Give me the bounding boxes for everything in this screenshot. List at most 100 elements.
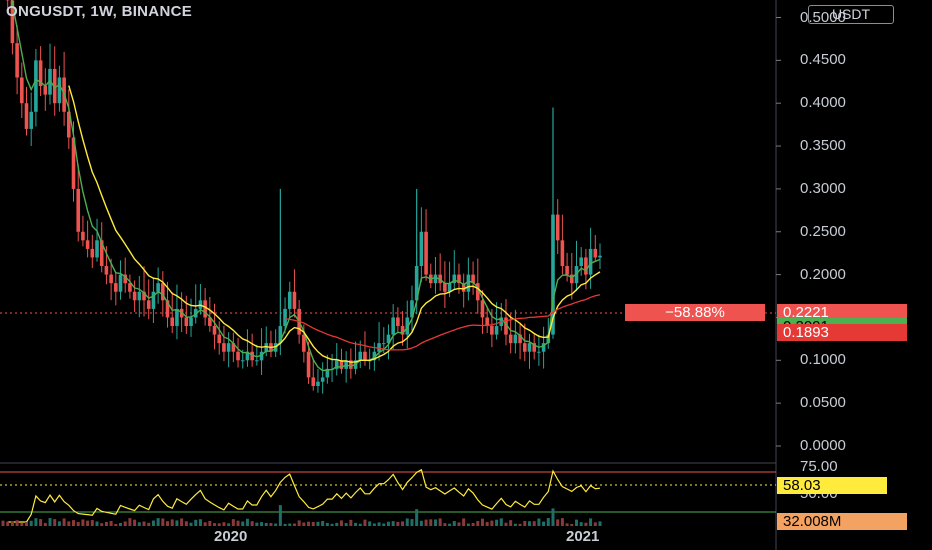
candle-body: [396, 317, 400, 327]
volume-bar: [382, 523, 386, 526]
volume-bar: [574, 519, 578, 526]
candle-body: [43, 86, 48, 95]
volume-bar: [269, 522, 273, 526]
candle-body: [593, 248, 598, 258]
volume-bar: [354, 522, 358, 526]
volume-bar: [490, 520, 494, 526]
volume-bar: [532, 521, 536, 526]
candle-body: [584, 257, 588, 275]
volume-bar: [316, 521, 320, 526]
x-tick-2020: 2020: [214, 528, 248, 545]
volume-bar: [86, 520, 90, 526]
volume-bar: [236, 520, 240, 526]
volume-bar: [137, 522, 141, 526]
candle-body: [156, 283, 160, 292]
volume-bar: [405, 518, 409, 526]
volume-bar: [170, 519, 174, 526]
volume-bar: [429, 519, 433, 526]
volume-bar: [15, 520, 19, 526]
candle-body: [236, 351, 240, 361]
volume-bar: [104, 522, 108, 526]
candle-body: [598, 255, 602, 258]
volume-bar: [593, 522, 597, 526]
volume-bar: [485, 521, 489, 526]
volume-bar: [339, 520, 343, 526]
volume-bar: [448, 523, 452, 526]
volume-bar: [227, 523, 231, 526]
volume-bar: [119, 523, 123, 526]
candle-body: [537, 351, 541, 353]
candle-body: [132, 291, 137, 301]
volume-bar: [274, 523, 278, 526]
candle-body: [555, 214, 560, 241]
volume-bar: [123, 521, 127, 526]
volume-bar: [452, 521, 456, 526]
price-tick: 0.2500: [800, 222, 846, 240]
change-percent-badge: −58.88%: [625, 304, 765, 321]
volume-bar: [213, 523, 217, 526]
candle-body: [189, 317, 193, 327]
volume-bar: [292, 523, 296, 526]
candle-body: [522, 343, 527, 352]
candle-body: [114, 283, 118, 292]
volume-bar: [48, 518, 52, 526]
volume-bar: [321, 520, 325, 526]
volume-bar: [424, 519, 428, 526]
volume-bar: [584, 522, 588, 526]
candle-body: [560, 240, 565, 267]
volume-bar: [222, 522, 226, 526]
volume-bar: [255, 522, 259, 526]
volume-bar: [114, 523, 118, 526]
volume-bar: [288, 523, 292, 526]
volume-bar: [410, 519, 414, 526]
volume-bar: [297, 520, 301, 526]
volume-bar: [231, 519, 235, 526]
volume-bar: [457, 522, 461, 526]
price-chart[interactable]: [0, 0, 932, 550]
volume-bar: [302, 522, 306, 526]
candle-body: [381, 343, 386, 345]
candle-body: [15, 43, 19, 78]
volume-bar: [100, 523, 104, 526]
volume-bar: [72, 520, 76, 526]
volume-bar: [391, 521, 395, 526]
volume-bar: [462, 518, 466, 526]
volume-bar: [396, 521, 400, 526]
rsi-value-label: 58.03: [777, 477, 887, 494]
candle-body: [222, 343, 226, 352]
volume-bar: [128, 518, 132, 526]
volume-bar: [166, 521, 170, 526]
volume-bar: [415, 509, 419, 526]
rsi-pane: [0, 468, 776, 523]
volume-bar: [438, 518, 442, 526]
volume-bar: [184, 521, 188, 526]
candle-body: [170, 317, 175, 327]
volume-bar: [20, 523, 24, 526]
volume-bar: [76, 522, 80, 526]
candle-body: [447, 283, 452, 292]
volume-bar: [175, 520, 179, 526]
volume-bar: [419, 520, 423, 526]
candles-group: [5, 0, 602, 394]
price-tick: 0.2000: [800, 265, 846, 283]
volume-bar: [377, 522, 381, 526]
candle-body: [363, 351, 367, 361]
candle-body: [20, 77, 24, 104]
volume-bar: [471, 523, 475, 526]
volume-bar: [95, 521, 99, 526]
candle-body: [203, 300, 207, 318]
volume-bar: [241, 521, 245, 526]
price-tick: 0.3500: [800, 137, 846, 155]
price-tick: 0.0000: [800, 437, 846, 454]
candle-body: [527, 343, 532, 352]
candle-body: [443, 283, 447, 292]
volume-bar: [589, 518, 593, 526]
volume-bar: [598, 521, 602, 526]
candle-body: [29, 111, 34, 129]
candle-body: [287, 291, 292, 309]
volume-bar: [358, 523, 362, 526]
volume-bar: [198, 519, 202, 526]
volume-bar: [556, 519, 560, 526]
volume-bar: [53, 519, 57, 526]
volume-bar: [368, 521, 372, 526]
